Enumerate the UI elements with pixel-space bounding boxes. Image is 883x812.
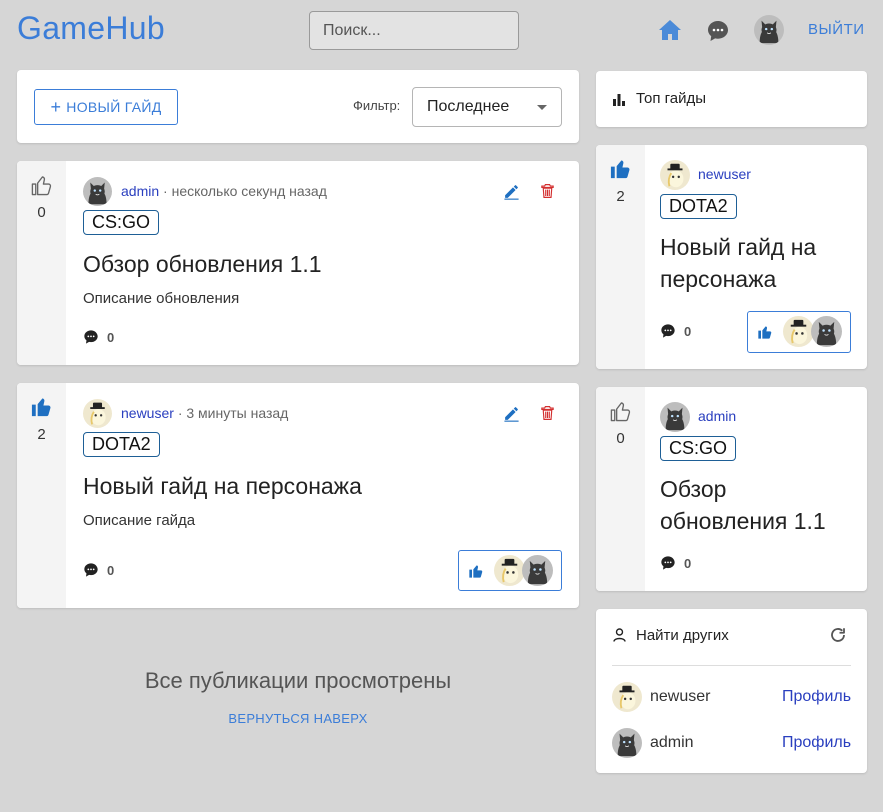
post-title-line: Обзор [660, 476, 727, 502]
likers-box[interactable] [458, 550, 562, 591]
filter-selected-value: Последнее [427, 98, 510, 115]
like-icon[interactable] [609, 400, 632, 428]
post-title-line: обновления 1.1 [660, 508, 826, 534]
search-input[interactable] [309, 11, 519, 50]
delete-icon[interactable] [539, 404, 556, 427]
post-title[interactable]: Новый гайд на персонажа [83, 470, 362, 502]
liker-avatar[interactable] [783, 316, 814, 347]
user-name: admin [650, 734, 694, 751]
game-tag[interactable]: DOTA2 [660, 194, 737, 219]
liked-icon [757, 324, 773, 345]
logout-button[interactable]: ВЫЙТИ [808, 21, 865, 38]
like-count: 2 [37, 426, 46, 443]
user-avatar[interactable] [612, 682, 642, 712]
author-avatar[interactable] [83, 177, 112, 206]
refresh-icon[interactable] [829, 626, 847, 649]
post-card: 2 newuser · 3 минуты назад DOTA2 Новый г… [17, 383, 579, 608]
end-of-feed-message: Все публикации просмотрены [144, 668, 452, 693]
back-to-top-link[interactable]: ВЕРНУТЬСЯ НАВЕРХ [0, 711, 596, 726]
top-guide-card: 0 admin CS:GO Обзор обновления 1.1 0 [596, 387, 867, 591]
comment-icon[interactable] [660, 555, 676, 576]
post-time: · несколько секунд назад [163, 183, 327, 199]
like-count: 0 [37, 204, 46, 221]
game-tag[interactable]: CS:GO [83, 210, 160, 235]
top-guides-title: Топ гайды [636, 90, 707, 107]
divider [612, 665, 851, 666]
post-title[interactable]: Обзор обновления 1.1 [83, 248, 322, 280]
post-title-line: Новый гайд на [660, 234, 817, 260]
profile-link[interactable]: Профиль [782, 734, 851, 752]
author-link[interactable]: newuser [121, 405, 174, 421]
liker-avatar[interactable] [494, 555, 525, 586]
find-others-card: Найти других newuser Профиль admin Профи… [596, 609, 867, 773]
comment-count: 0 [107, 563, 115, 578]
user-avatar[interactable] [612, 728, 642, 758]
like-icon[interactable] [30, 174, 53, 202]
author-link[interactable]: admin [698, 408, 736, 424]
user-name: newuser [650, 688, 711, 705]
comment-count: 0 [684, 324, 692, 339]
top-guides-header: Топ гайды [596, 71, 867, 127]
profile-link[interactable]: Профиль [782, 688, 851, 706]
comment-icon[interactable] [83, 329, 99, 350]
bar-chart-icon [613, 93, 626, 111]
author-avatar[interactable] [660, 160, 690, 190]
comment-icon[interactable] [660, 323, 676, 344]
plus-icon: + [50, 97, 62, 117]
post-title[interactable]: Новый гайд на персонажа [660, 231, 816, 295]
liked-icon[interactable] [609, 157, 632, 185]
liker-avatar[interactable] [811, 316, 842, 347]
find-others-title: Найти других [636, 627, 729, 644]
post-card: 0 admin · несколько секунд назад CS:GO О… [17, 161, 579, 365]
home-icon[interactable] [658, 19, 682, 46]
edit-icon[interactable] [503, 405, 520, 427]
comment-icon[interactable] [83, 562, 99, 583]
author-avatar[interactable] [83, 399, 112, 428]
comment-count: 0 [684, 556, 692, 571]
new-guide-button[interactable]: + НОВЫЙ ГАЙД [34, 89, 178, 125]
chevron-down-icon [537, 105, 547, 110]
author-link[interactable]: admin [121, 183, 159, 199]
delete-icon[interactable] [539, 182, 556, 205]
author-avatar[interactable] [660, 402, 690, 432]
messages-icon[interactable] [706, 19, 730, 48]
app-logo[interactable]: GameHub [17, 10, 165, 47]
filter-select[interactable]: Последнее [412, 87, 562, 127]
post-title[interactable]: Обзор обновления 1.1 [660, 473, 826, 537]
game-tag[interactable]: DOTA2 [83, 432, 160, 457]
post-meta: admin · несколько секунд назад [121, 183, 327, 199]
filter-label: Фильтр: [353, 98, 401, 113]
post-meta: newuser [698, 166, 751, 182]
post-description: Описание гайда [83, 512, 196, 529]
liked-icon [468, 563, 484, 584]
post-time: · 3 минуты назад [177, 405, 289, 421]
post-meta: newuser · 3 минуты назад [121, 405, 288, 421]
user-avatar[interactable] [754, 15, 784, 45]
top-guide-card: 2 newuser DOTA2 Новый гайд на персонажа … [596, 145, 867, 369]
edit-icon[interactable] [503, 183, 520, 205]
like-count: 2 [616, 188, 625, 205]
likers-box[interactable] [747, 311, 851, 353]
post-title-line: персонажа [660, 266, 777, 292]
new-guide-label: НОВЫЙ ГАЙД [66, 99, 162, 115]
person-icon [613, 628, 626, 647]
post-meta: admin [698, 408, 736, 424]
game-tag[interactable]: CS:GO [660, 436, 737, 461]
author-link[interactable]: newuser [698, 166, 751, 182]
like-count: 0 [616, 430, 625, 447]
liked-icon[interactable] [30, 395, 53, 423]
comment-count: 0 [107, 330, 115, 345]
liker-avatar[interactable] [522, 555, 553, 586]
post-description: Описание обновления [83, 290, 240, 307]
